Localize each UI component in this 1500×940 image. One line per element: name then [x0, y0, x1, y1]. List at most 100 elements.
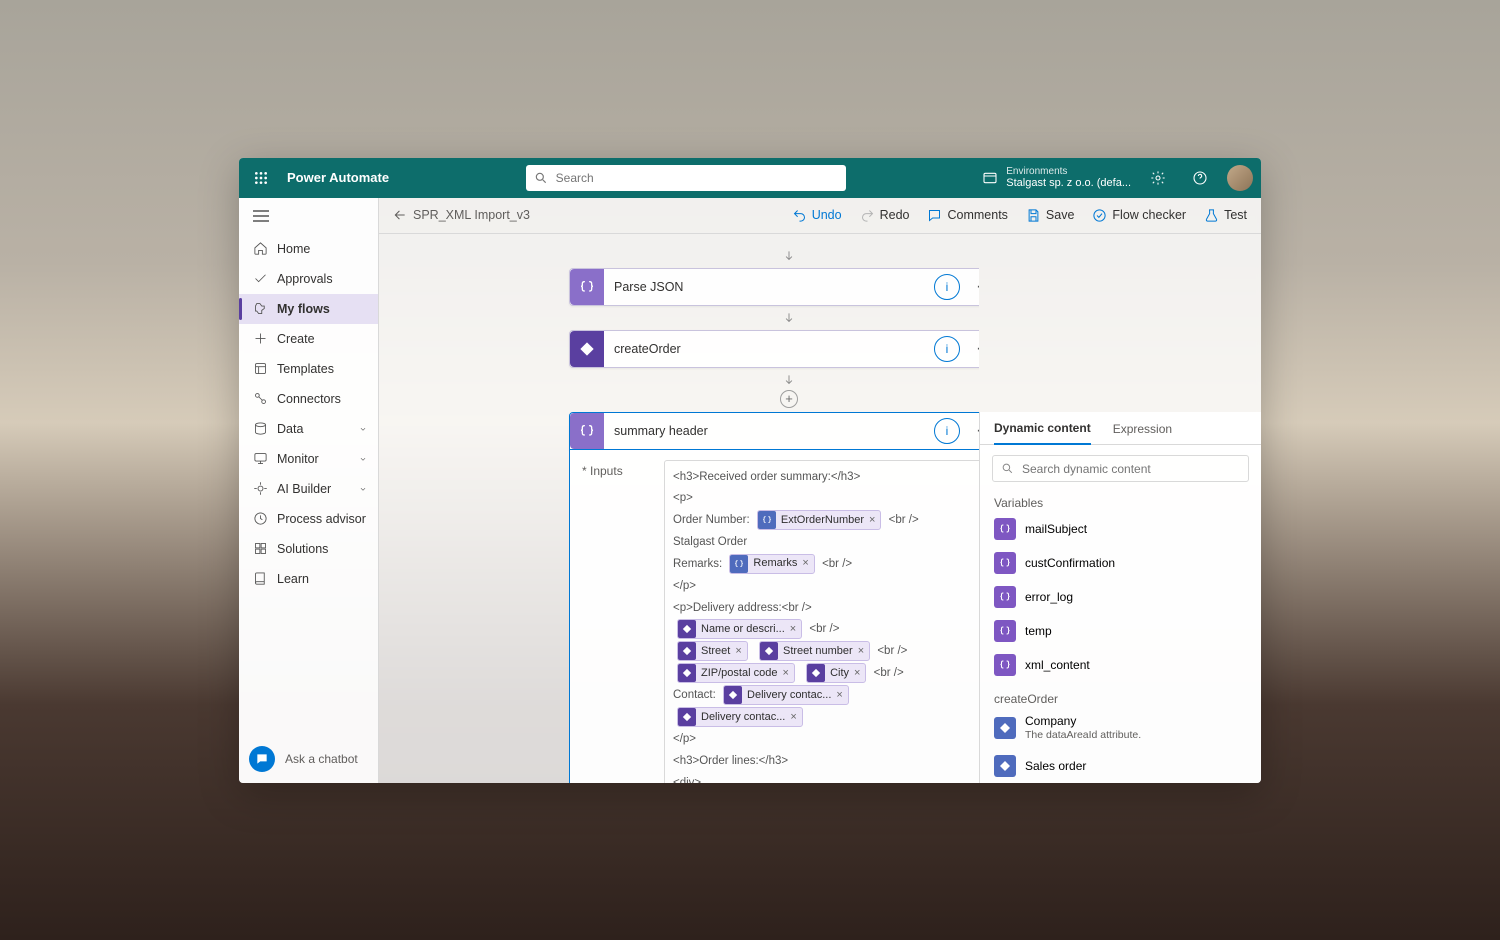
- token-delivery-contact-2[interactable]: Delivery contac...×: [677, 707, 803, 727]
- token-delivery-contact-1[interactable]: Delivery contac...×: [723, 685, 849, 705]
- inputs-label: * Inputs: [582, 460, 654, 783]
- settings-button[interactable]: [1143, 163, 1173, 193]
- chevron-down-icon: [358, 454, 368, 464]
- monitor-icon: [253, 451, 268, 466]
- token-remove[interactable]: ×: [836, 685, 842, 706]
- back-button[interactable]: SPR_XML Import_v3: [393, 208, 530, 222]
- diamond-icon: [579, 341, 595, 357]
- redo-button[interactable]: Redo: [860, 208, 910, 223]
- section-variables: Variables: [980, 492, 1261, 512]
- gear-icon: [1150, 170, 1166, 186]
- token-remove[interactable]: ×: [790, 619, 796, 640]
- flow-checker-button[interactable]: Flow checker: [1092, 208, 1186, 223]
- card-menu[interactable]: ···: [966, 422, 979, 440]
- global-search[interactable]: [526, 165, 846, 191]
- info-icon[interactable]: i: [934, 418, 960, 444]
- chat-icon: [255, 752, 269, 766]
- dynamic-search-input[interactable]: [1020, 461, 1240, 477]
- card-menu[interactable]: ···: [966, 340, 979, 358]
- nav-monitor[interactable]: Monitor: [239, 444, 378, 474]
- env-name: Stalgast sp. z o.o. (defa...: [1006, 177, 1131, 189]
- nav-templates[interactable]: Templates: [239, 354, 378, 384]
- nav-my-flows[interactable]: My flows: [239, 294, 378, 324]
- templates-icon: [253, 361, 268, 376]
- data-icon: [253, 421, 268, 436]
- arrow-down-icon: [782, 249, 796, 263]
- check-icon: [253, 271, 268, 286]
- token-remove[interactable]: ×: [782, 663, 788, 684]
- var-cust-confirmation[interactable]: custConfirmation: [980, 546, 1261, 580]
- token-remove[interactable]: ×: [858, 641, 864, 662]
- nav-ai-builder[interactable]: AI Builder: [239, 474, 378, 504]
- learn-icon: [253, 571, 268, 586]
- inputs-editor[interactable]: <h3>Received order summary:</h3> <p> Ord…: [664, 460, 979, 783]
- var-mail-subject[interactable]: mailSubject: [980, 512, 1261, 546]
- token-street-number[interactable]: Street number×: [759, 641, 870, 661]
- token-street[interactable]: Street×: [677, 641, 748, 661]
- token-remove[interactable]: ×: [735, 641, 741, 662]
- save-button[interactable]: Save: [1026, 208, 1075, 223]
- help-icon: [1192, 170, 1208, 186]
- user-avatar[interactable]: [1227, 165, 1253, 191]
- app-window: Power Automate Environments Stalgast sp.…: [239, 158, 1261, 783]
- chevron-down-icon: [358, 484, 368, 494]
- help-button[interactable]: [1185, 163, 1215, 193]
- env-label: Environments: [1006, 166, 1131, 177]
- tab-expression[interactable]: Expression: [1113, 422, 1172, 444]
- token-remove[interactable]: ×: [802, 553, 808, 574]
- top-bar: Power Automate Environments Stalgast sp.…: [239, 158, 1261, 198]
- tab-dynamic-content[interactable]: Dynamic content: [994, 421, 1091, 445]
- app-launcher[interactable]: [247, 164, 275, 192]
- card-summary-header[interactable]: summary header i ···: [569, 412, 979, 450]
- flow-name: SPR_XML Import_v3: [413, 208, 530, 222]
- var-xml-content[interactable]: xml_content: [980, 648, 1261, 682]
- app-name: Power Automate: [287, 170, 389, 185]
- token-ext-order-number[interactable]: ExtOrderNumber×: [757, 510, 882, 530]
- braces-icon: [579, 423, 595, 439]
- card-create-order[interactable]: createOrder i ···: [569, 330, 979, 368]
- card-menu[interactable]: ···: [966, 278, 979, 296]
- var-temp[interactable]: temp: [980, 614, 1261, 648]
- solutions-icon: [253, 541, 268, 556]
- add-step[interactable]: +: [780, 390, 798, 408]
- nav-solutions[interactable]: Solutions: [239, 534, 378, 564]
- nav-collapse[interactable]: [239, 198, 378, 234]
- arrow-left-icon: [393, 208, 407, 222]
- co-company[interactable]: CompanyThe dataAreaId attribute.: [980, 708, 1261, 748]
- comments-button[interactable]: Comments: [927, 208, 1007, 223]
- nav-approvals[interactable]: Approvals: [239, 264, 378, 294]
- token-city[interactable]: City×: [806, 663, 866, 683]
- chatbot-button[interactable]: Ask a chatbot: [239, 735, 378, 783]
- plus-icon: [253, 331, 268, 346]
- flow-canvas[interactable]: Parse JSON i ··· createOrder i ···: [379, 234, 979, 783]
- nav-data[interactable]: Data: [239, 414, 378, 444]
- var-error-log[interactable]: error_log: [980, 580, 1261, 614]
- nav-home[interactable]: Home: [239, 234, 378, 264]
- redo-icon: [860, 208, 875, 223]
- nav-create[interactable]: Create: [239, 324, 378, 354]
- token-zip[interactable]: ZIP/postal code×: [677, 663, 795, 683]
- main-area: SPR_XML Import_v3 Undo Redo Comments Sav…: [379, 198, 1261, 783]
- dynamic-search[interactable]: [992, 455, 1249, 482]
- search-input[interactable]: [554, 170, 838, 186]
- token-remove[interactable]: ×: [869, 510, 875, 531]
- nav-learn[interactable]: Learn: [239, 564, 378, 594]
- info-icon[interactable]: i: [934, 274, 960, 300]
- test-button[interactable]: Test: [1204, 208, 1247, 223]
- token-name[interactable]: Name or descri...×: [677, 619, 802, 639]
- undo-icon: [792, 208, 807, 223]
- info-icon[interactable]: i: [934, 336, 960, 362]
- token-remove[interactable]: ×: [790, 707, 796, 728]
- co-sales-order[interactable]: Sales order: [980, 749, 1261, 783]
- environment-picker[interactable]: Environments Stalgast sp. z o.o. (defa..…: [982, 166, 1131, 189]
- undo-button[interactable]: Undo: [792, 208, 842, 223]
- nav-connectors[interactable]: Connectors: [239, 384, 378, 414]
- card-body: * Inputs <h3>Received order summary:</h3…: [569, 450, 979, 783]
- token-remove[interactable]: ×: [854, 663, 860, 684]
- nav-process-advisor[interactable]: Process advisor: [239, 504, 378, 534]
- waffle-icon: [253, 170, 269, 186]
- token-remarks[interactable]: Remarks×: [729, 554, 814, 574]
- arrow-down-icon: [782, 311, 796, 325]
- hamburger-icon: [253, 210, 269, 222]
- card-parse-json[interactable]: Parse JSON i ···: [569, 268, 979, 306]
